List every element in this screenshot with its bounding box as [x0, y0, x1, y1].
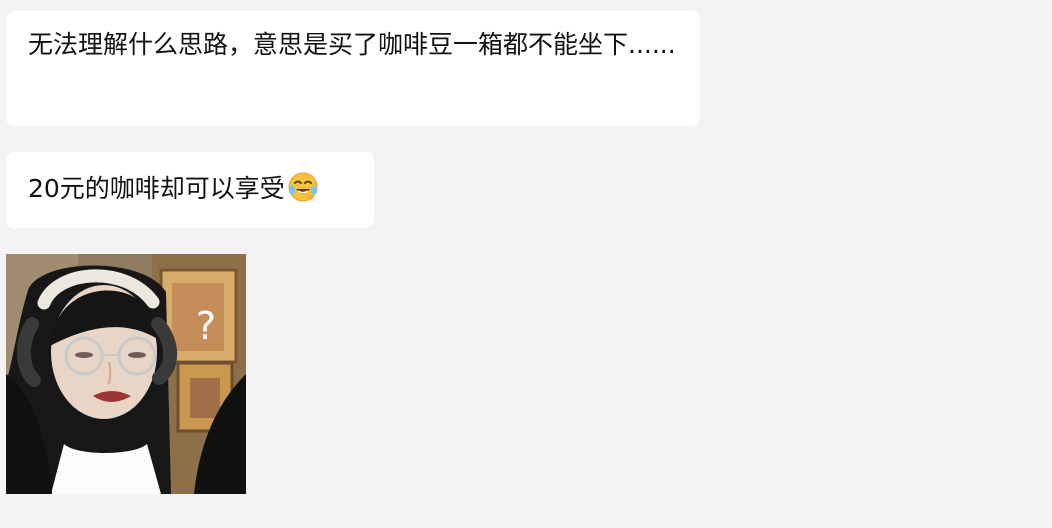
chat-message-bubble[interactable]: 20元的咖啡却可以享受 — [6, 152, 374, 228]
chat-message-bubble[interactable]: 无法理解什么思路，意思是买了咖啡豆一箱都不能坐下...... — [6, 11, 700, 126]
woman-with-headphones-photo: ? — [6, 254, 246, 494]
laughing-crying-face-icon — [287, 171, 319, 218]
chat-image-message[interactable]: ? — [6, 254, 246, 494]
message-text: 无法理解什么思路，意思是买了咖啡豆一箱都不能坐下...... — [28, 30, 676, 59]
message-text: 20元的咖啡却可以享受 — [28, 174, 285, 203]
question-mark-overlay: ? — [196, 304, 216, 348]
